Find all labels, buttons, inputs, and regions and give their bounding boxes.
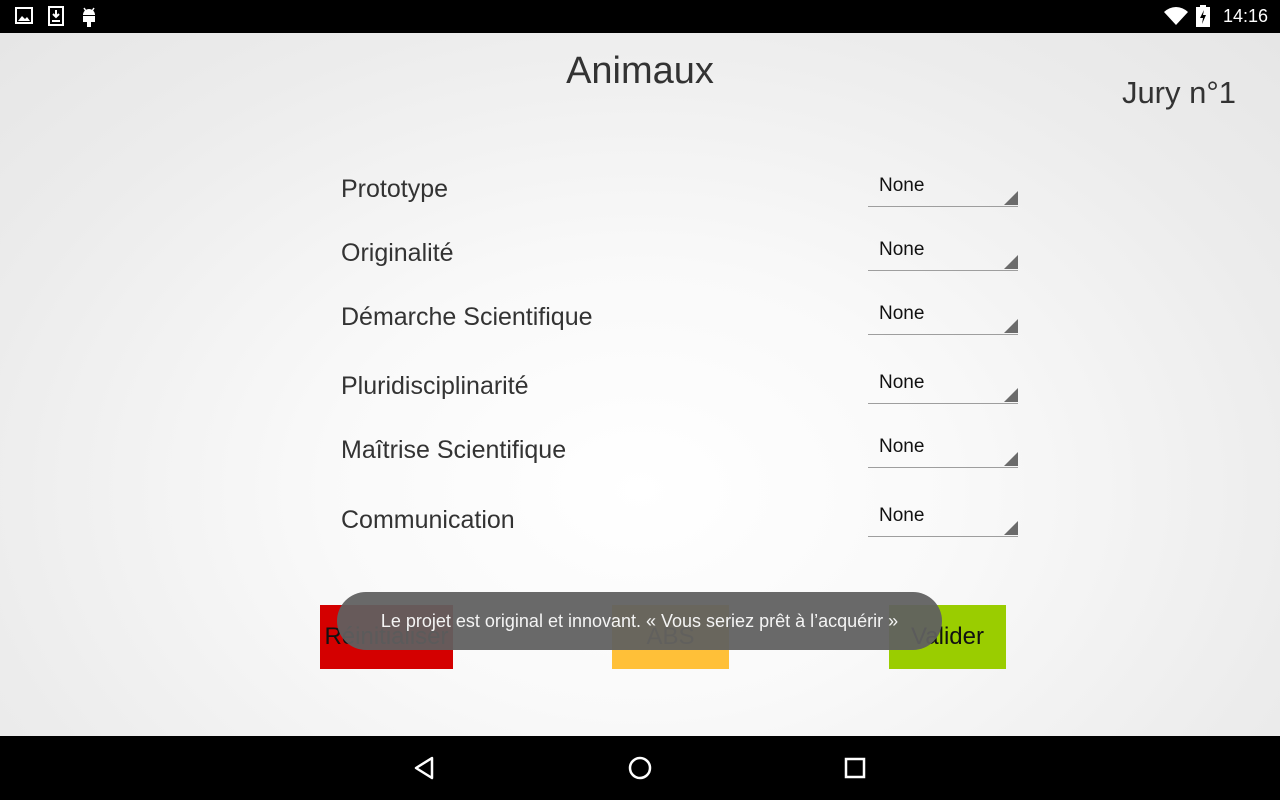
criterion-label-originalite: Originalité [341, 239, 454, 267]
spinner-maitrise-scientifique[interactable]: None [868, 429, 1018, 468]
dropdown-arrow-icon [1004, 191, 1018, 205]
page-title: Animaux [566, 50, 714, 92]
criterion-label-communication: Communication [341, 506, 515, 534]
toast-message: Le projet est original et innovant. « Vo… [337, 592, 942, 650]
spinner-value: None [879, 303, 925, 324]
spinner-value: None [879, 436, 925, 457]
criterion-label-demarche-scientifique: Démarche Scientifique [341, 303, 593, 331]
criterion-label-maitrise-scientifique: Maîtrise Scientifique [341, 436, 567, 464]
image-icon [15, 6, 33, 31]
wifi-icon [1164, 7, 1188, 30]
spinner-pluridisciplinarite[interactable]: None [868, 365, 1018, 404]
dropdown-arrow-icon [1004, 319, 1018, 333]
navigation-bar [0, 736, 1280, 800]
spinner-originalite[interactable]: None [868, 232, 1018, 271]
dropdown-arrow-icon [1004, 388, 1018, 402]
spinner-prototype[interactable]: None [868, 168, 1018, 207]
status-bar: 14:16 [0, 0, 1280, 33]
dropdown-arrow-icon [1004, 452, 1018, 466]
spinner-value: None [879, 175, 925, 196]
spinner-value: None [879, 239, 925, 260]
spinner-communication[interactable]: None [868, 498, 1018, 537]
clock: 14:16 [1222, 6, 1268, 26]
download-icon [48, 6, 64, 31]
spinner-value: None [879, 372, 925, 393]
spinner-value: None [879, 505, 925, 526]
app-screen: Animaux Jury n°1 Prototype None Original… [0, 33, 1280, 736]
dropdown-arrow-icon [1004, 521, 1018, 535]
criterion-label-pluridisciplinarite: Pluridisciplinarité [341, 372, 529, 400]
criterion-label-prototype: Prototype [341, 175, 449, 203]
dropdown-arrow-icon [1004, 255, 1018, 269]
recents-icon[interactable] [837, 750, 873, 786]
spinner-demarche-scientifique[interactable]: None [868, 296, 1018, 335]
battery-charging-icon [1196, 5, 1210, 32]
back-icon[interactable] [406, 750, 442, 786]
home-icon[interactable] [622, 750, 658, 786]
android-icon [80, 6, 98, 33]
jury-label: Jury n°1 [1121, 75, 1236, 110]
